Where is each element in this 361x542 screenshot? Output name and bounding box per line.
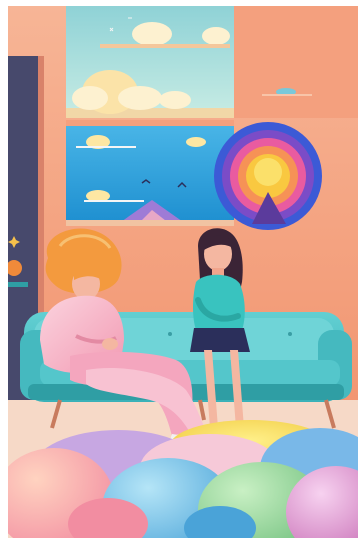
upper-wall-right	[234, 6, 358, 118]
rainbow-circle-art	[214, 122, 322, 230]
illustration-frame	[0, 0, 361, 542]
sea-window	[66, 120, 234, 226]
upper-window	[66, 6, 234, 118]
wall-stripe	[262, 94, 312, 96]
illustration-scene	[0, 0, 361, 542]
